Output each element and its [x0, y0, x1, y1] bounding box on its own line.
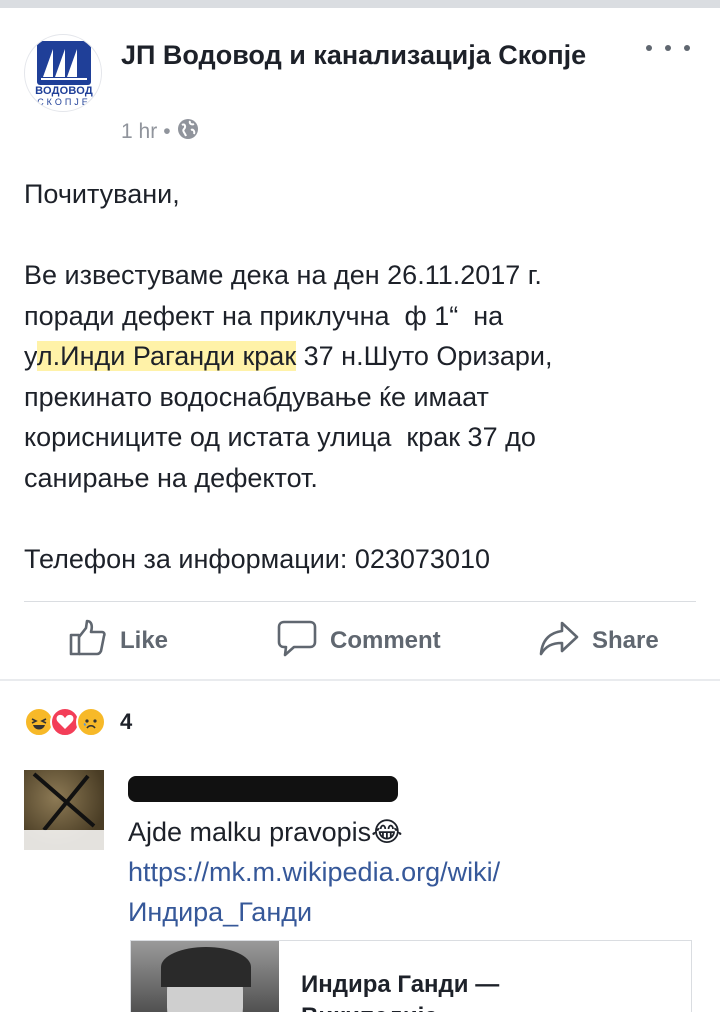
more-options-icon[interactable] [646, 36, 690, 60]
post-greeting: Почитувани, [24, 179, 180, 209]
post-line: санирање на дефектот. [24, 462, 318, 493]
reaction-count: 4 [120, 709, 133, 734]
page-avatar[interactable]: ВОДОВОД СКОПЈЕ [24, 34, 102, 112]
top-bar [0, 0, 720, 8]
link-preview-card[interactable]: Индира Ганди — Википедија [130, 940, 692, 1022]
share-button[interactable]: Share [538, 618, 659, 664]
like-label: Like [120, 627, 169, 654]
post-meta: 1 hr • [121, 118, 199, 146]
thumbs-up-icon [68, 618, 120, 665]
post-body: Почитувани, Ве известуваме дека на ден 2… [24, 174, 704, 579]
reactions-summary[interactable]: 4 [24, 702, 132, 742]
commenter-name-redacted[interactable] [128, 776, 398, 802]
post-line: прекинато водоснабдување ќе имаат [24, 381, 489, 412]
sad-icon [76, 707, 106, 737]
link-thumbnail [131, 941, 279, 1022]
logo-text: ВОДОВОД [35, 85, 93, 97]
post-line: поради дефект на приклучна ф 1“ на [24, 300, 504, 331]
comment-label: Comment [330, 627, 441, 654]
like-button[interactable]: Like [68, 618, 168, 664]
comment-link[interactable]: https://mk.m.wikipedia.org/wiki/ [128, 852, 688, 892]
page-name-link[interactable]: ЈП Водовод и канализација Скопје [121, 36, 621, 74]
divider [24, 601, 696, 602]
globe-icon [177, 118, 199, 146]
comment-body: Ajde malku pravopis😂 https://mk.m.wikipe… [128, 812, 688, 932]
bottom-edge [0, 1012, 720, 1022]
logo-subtext: СКОПЈЕ [37, 97, 91, 107]
post-timestamp[interactable]: 1 hr [121, 120, 157, 144]
commenter-avatar[interactable] [24, 770, 104, 850]
section-separator [0, 679, 720, 681]
share-arrow-icon [538, 618, 592, 665]
comment-text: Ajde malku pravopis😂 [128, 817, 403, 847]
highlighted-text: л.Инди Раганди крак [36, 341, 297, 371]
post-phone-line: Телефон за информации: 023073010 [24, 543, 491, 574]
post-line: ул.Инди Раганди крак 37 н.Шуто Оризари, [24, 341, 553, 371]
post-line: корисниците од истата улица крак 37 до [24, 422, 536, 452]
comment-link[interactable]: Индира_Ганди [128, 892, 688, 932]
post-line: Ве известуваме дека на ден 26.11.2017 г. [24, 260, 542, 290]
share-label: Share [592, 627, 659, 654]
comment-button[interactable]: Comment [276, 618, 441, 664]
comment-bubble-icon [276, 618, 330, 665]
logo-icon [37, 41, 91, 85]
meta-separator: • [163, 120, 171, 143]
